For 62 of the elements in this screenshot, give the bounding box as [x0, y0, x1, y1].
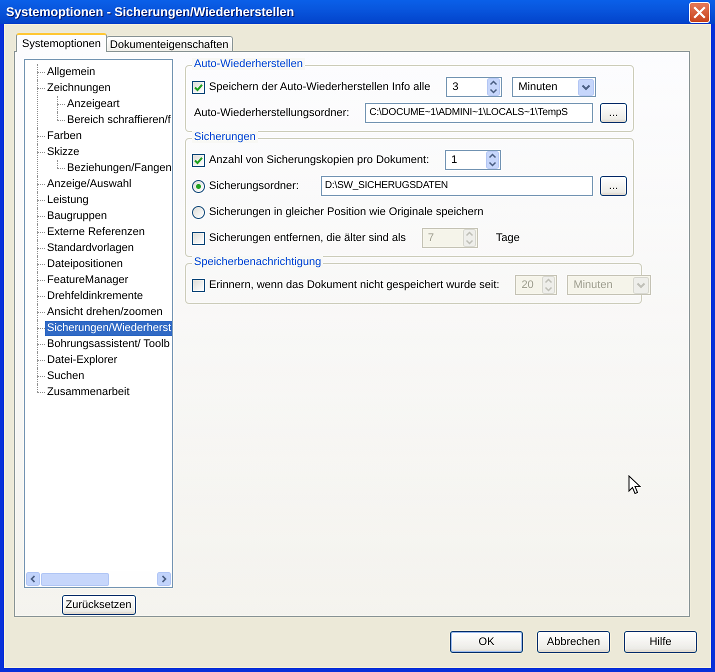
field-label: Tage — [496, 232, 520, 244]
horizontal-scrollbar[interactable] — [25, 571, 172, 587]
tree-item[interactable]: Anzeigeart — [65, 96, 122, 112]
checkbox[interactable] — [192, 80, 205, 94]
checkbox[interactable] — [192, 154, 205, 166]
tree-item[interactable]: Zusammenarbeit — [45, 384, 132, 400]
radio-button[interactable] — [192, 206, 205, 218]
up-down-arrows-icon[interactable] — [487, 78, 500, 96]
checkbox[interactable] — [192, 278, 205, 292]
field-label: Auto-Wiederherstellungsordner: — [194, 107, 350, 119]
tab[interactable]: Systemoptionen — [16, 33, 107, 52]
path-field[interactable]: C:\DOCUME~1\ADMINI~1\LOCALS~1\TempS — [365, 103, 593, 123]
number-spinner[interactable]: 3 — [446, 77, 502, 97]
tree-item[interactable]: Farben — [45, 128, 84, 144]
dialog-button[interactable]: OK — [450, 631, 523, 653]
tree-item[interactable]: Drehfeldinkremente — [45, 288, 145, 304]
dropdown[interactable]: Minuten — [512, 77, 596, 97]
tree-item[interactable]: Datei-Explorer — [45, 352, 120, 368]
tree-item[interactable]: Baugruppen — [45, 208, 109, 224]
mouse-cursor-icon — [628, 475, 641, 495]
scroll-right-icon[interactable] — [157, 572, 171, 586]
window-title: Systemoptionen - Sicherungen/Wiederherstellen — [6, 5, 294, 19]
browse-button[interactable]: ... — [600, 103, 627, 123]
path-field[interactable]: D:\SW_SICHERUGSDATEN — [320, 176, 593, 196]
tab[interactable]: Dokumenteigenschaften — [106, 36, 233, 52]
up-down-arrows-icon[interactable] — [486, 151, 500, 169]
group-title: Auto-Wiederherstellen — [192, 58, 305, 70]
tree-item[interactable]: Standardvorlagen — [45, 240, 136, 256]
tree-item[interactable]: Suchen — [45, 368, 86, 384]
tree-item[interactable]: Anzeige/Auswahl — [45, 176, 134, 192]
tree-item[interactable]: Skizze — [45, 144, 82, 160]
tree-item[interactable]: Bohrungsassistent/ Toolb — [45, 336, 172, 352]
radio-label[interactable]: Sicherungsordner: — [209, 180, 299, 192]
reset-button[interactable]: Zurücksetzen — [62, 595, 136, 615]
scroll-thumb[interactable] — [41, 572, 109, 586]
dialog-button[interactable]: Hilfe — [624, 631, 697, 653]
checkbox-label[interactable]: Speichern der Auto-Wiederherstellen Info alle — [209, 81, 430, 93]
number-spinner[interactable]: 1 — [445, 150, 502, 170]
tree-item[interactable]: Ansicht drehen/zoomen — [45, 304, 165, 320]
tree-item[interactable]: Externe Referenzen — [45, 224, 147, 240]
chevron-down-icon[interactable] — [578, 78, 594, 96]
tree-item[interactable]: Bereich schraffieren/f — [65, 112, 172, 128]
group-title: Speicherbenachrichtigung — [192, 256, 324, 268]
tree-item[interactable]: Zeichnungen — [45, 80, 113, 96]
checkbox-label[interactable]: Sicherungen entfernen, die älter sind als — [209, 232, 406, 244]
tree-item[interactable]: Allgemein — [45, 64, 98, 80]
scroll-left-icon[interactable] — [26, 572, 40, 586]
browse-button[interactable]: ... — [600, 176, 627, 196]
dialog-button[interactable]: Abbrechen — [537, 631, 610, 653]
tree-item[interactable]: Dateipositionen — [45, 256, 125, 272]
tree-item[interactable]: FeatureManager — [45, 272, 130, 288]
checkbox[interactable] — [192, 232, 205, 244]
radio-button[interactable] — [192, 180, 205, 192]
close-button[interactable] — [689, 2, 710, 22]
radio-label[interactable]: Sicherungen in gleicher Position wie Originale speichern — [209, 206, 484, 218]
checkbox-label[interactable]: Erinnern, wenn das Dokument nicht gespeichert wurde seit: — [209, 279, 500, 291]
tree-item[interactable]: Sicherungen/Wiederherst — [45, 320, 172, 336]
tree-item[interactable]: Leistung — [45, 192, 91, 208]
close-icon — [693, 6, 706, 18]
group-title: Sicherungen — [192, 131, 258, 143]
tree-item[interactable]: Beziehungen/Fangen — [65, 160, 172, 176]
checkbox-label[interactable]: Anzahl von Sicherungskopien pro Dokument: — [209, 154, 430, 166]
